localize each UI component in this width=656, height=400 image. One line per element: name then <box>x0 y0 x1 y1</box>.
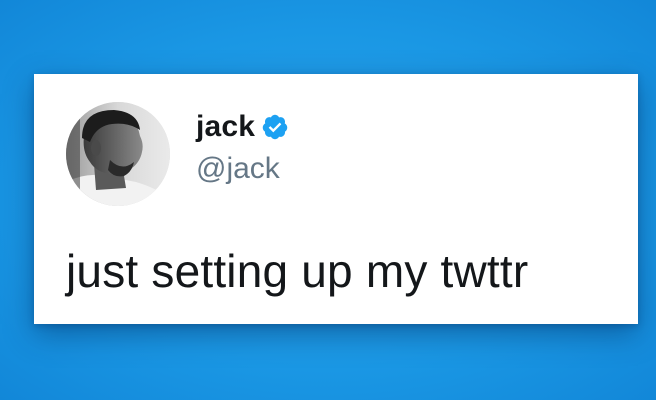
tweet-text: just setting up my twttr <box>66 245 529 297</box>
verified-badge-icon <box>261 113 289 141</box>
display-name-row: jack <box>196 110 289 144</box>
user-handle[interactable]: @jack <box>196 152 289 186</box>
user-info: jack @jack <box>196 110 289 186</box>
avatar[interactable] <box>66 102 170 206</box>
avatar-photo <box>66 102 170 206</box>
tweet-card: jack @jack just setting up my twttr <box>34 74 638 324</box>
display-name[interactable]: jack <box>196 110 255 144</box>
